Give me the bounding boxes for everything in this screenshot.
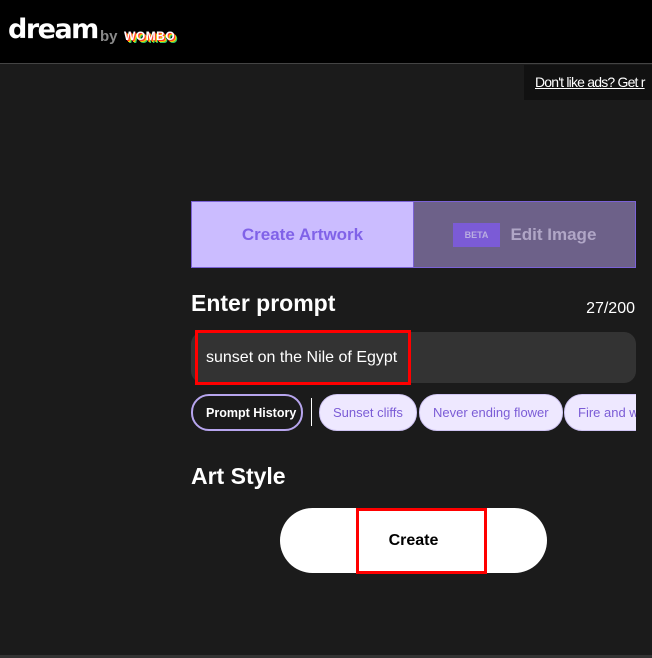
character-count: 27/200 bbox=[586, 300, 635, 317]
tab-create-artwork[interactable]: Create Artwork bbox=[192, 202, 414, 267]
prompt-suggestions: Prompt History Sunset cliffs Never endin… bbox=[191, 394, 636, 431]
beta-badge: BETA bbox=[452, 222, 501, 247]
top-header: dream by WOMBO bbox=[0, 0, 652, 64]
chip-divider bbox=[311, 398, 312, 426]
prompt-input[interactable] bbox=[191, 332, 636, 383]
art-style-heading: Art Style bbox=[191, 463, 286, 489]
create-button[interactable]: Create bbox=[280, 508, 547, 573]
suggestion-chip[interactable]: Sunset cliffs bbox=[319, 394, 417, 431]
by-label: by bbox=[100, 28, 118, 45]
wombo-logo: WOMBO bbox=[124, 29, 176, 43]
enter-prompt-heading: Enter prompt bbox=[191, 290, 336, 316]
ad-banner: Don't like ads? Get r bbox=[524, 65, 652, 100]
suggestion-chip[interactable]: Never ending flower bbox=[419, 394, 563, 431]
suggestion-chip[interactable]: Fire and w bbox=[564, 394, 636, 431]
prompt-history-button[interactable]: Prompt History bbox=[191, 394, 303, 431]
tab-edit-image[interactable]: BETA Edit Image bbox=[414, 202, 635, 267]
dream-logo[interactable]: dream bbox=[8, 14, 99, 45]
remove-ads-link[interactable]: Don't like ads? Get r bbox=[535, 74, 645, 90]
tab-edit-image-label: Edit Image bbox=[510, 224, 597, 244]
mode-tabs: Create Artwork BETA Edit Image bbox=[191, 201, 636, 268]
